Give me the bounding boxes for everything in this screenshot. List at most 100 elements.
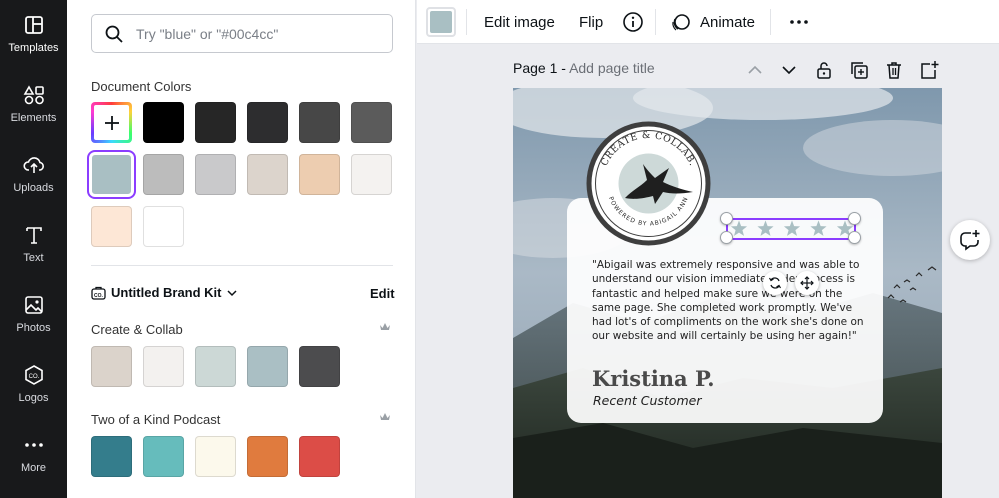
document-color-swatch[interactable] [247,154,288,195]
trash-icon[interactable] [884,60,904,80]
brand-color-swatch[interactable] [143,346,184,387]
animate-button[interactable]: Animate [670,0,755,44]
color-panel: Document Colors CO. Untitled Brand Kit E… [67,0,416,498]
document-color-swatch[interactable] [351,154,392,195]
rotate-icon [768,277,782,289]
rail-item-more[interactable]: More [0,434,67,494]
star-rating-selected[interactable] [726,218,856,240]
more-icon [24,443,43,447]
info-button[interactable] [622,0,644,44]
birds-graphic [887,266,937,303]
document-color-swatch[interactable] [299,154,340,195]
brand-color-swatch[interactable] [247,346,288,387]
more-options-button[interactable] [789,0,809,44]
rail-label: Text [23,252,44,264]
toolbar-divider [770,9,771,35]
document-color-swatch[interactable] [143,102,184,143]
chevron-down-icon[interactable] [779,60,799,80]
svg-text:CO.: CO. [28,374,39,380]
chevron-down-icon [226,289,237,296]
palette-title: Create & Collab [91,322,183,337]
rail-item-templates[interactable]: Templates [0,14,67,74]
page-title-input[interactable]: Add page title [569,60,655,76]
document-color-swatch[interactable] [91,154,132,195]
document-color-swatch[interactable] [195,102,236,143]
brand-color-swatch[interactable] [143,436,184,477]
move-button[interactable] [795,271,819,295]
page-number: Page 1 - [513,60,566,76]
brand-color-swatch[interactable] [247,436,288,477]
rail-item-logos[interactable]: CO. Logos [0,364,67,424]
brand-color-swatch[interactable] [299,346,340,387]
photos-icon [24,296,43,314]
crown-icon [380,413,390,420]
toolbar-divider [655,9,656,35]
star-icon [757,220,774,236]
rail-label: Elements [10,112,57,124]
svg-text:CO.: CO. [94,293,104,299]
plus-icon [94,105,129,140]
uploads-icon [22,157,44,173]
lock-icon[interactable] [814,60,834,80]
rail-item-uploads[interactable]: Uploads [0,154,67,214]
customer-role[interactable]: Recent Customer [593,393,701,408]
logos-icon: CO. [24,365,43,385]
toolbar-divider [466,9,467,35]
top-toolbar: Edit image Flip Animate [417,0,999,44]
rail-item-text[interactable]: Text [0,224,67,284]
flip-button[interactable]: Flip [579,0,603,44]
customer-name[interactable]: Kristina P. [592,366,715,391]
brand-color-swatch[interactable] [91,436,132,477]
rail-item-elements[interactable]: Elements [0,84,67,144]
logo-badge[interactable]: CREATE & COLLAB. POWERED BY ABIGAIL ANN [585,120,712,247]
document-color-swatch[interactable] [247,102,288,143]
add-color-button[interactable] [91,102,132,143]
rotate-button[interactable] [763,271,787,295]
document-color-swatch[interactable] [143,206,184,247]
brand-kit-edit-link[interactable]: Edit [370,286,395,301]
color-search[interactable] [91,14,393,53]
resize-handle[interactable] [848,231,861,244]
animate-icon [672,14,690,31]
left-rail: Templates Elements Uploads Text Photos C… [0,0,67,498]
testimonial-quote[interactable]: "Abigail was extremely responsive and wa… [592,258,867,344]
current-color-swatch [430,11,452,33]
resize-handle[interactable] [720,231,733,244]
document-colors-title: Document Colors [91,79,192,94]
search-icon [105,25,123,43]
text-icon [25,227,42,244]
resize-handle[interactable] [720,212,733,225]
star-icon [810,220,827,236]
rail-label: Templates [8,42,59,54]
document-color-swatch[interactable] [91,206,132,247]
edit-image-button[interactable]: Edit image [484,0,555,44]
brand-color-swatch[interactable] [91,346,132,387]
rail-item-photos[interactable]: Photos [0,294,67,354]
rail-label: Photos [16,322,51,334]
search-input[interactable] [136,25,366,42]
rail-label: Logos [18,392,49,404]
rail-label: More [20,462,47,474]
add-comment-button[interactable] [950,220,990,260]
duplicate-page-icon[interactable] [849,60,869,80]
chevron-up-icon[interactable] [745,60,765,80]
document-color-swatch[interactable] [351,102,392,143]
document-color-swatch[interactable] [195,154,236,195]
elements-icon [23,85,44,105]
brand-kit-selector[interactable]: CO. Untitled Brand Kit [91,285,238,300]
add-page-icon[interactable] [919,60,939,80]
animate-label: Animate [700,13,756,31]
templates-icon [24,16,43,34]
document-color-swatch[interactable] [299,102,340,143]
document-color-swatch[interactable] [143,154,184,195]
resize-handle[interactable] [848,212,861,225]
info-icon [623,12,643,32]
brand-color-swatch[interactable] [195,436,236,477]
crown-icon [380,323,390,330]
brand-kit-label: Untitled Brand Kit [111,285,222,300]
color-picker-button[interactable] [426,7,456,37]
brand-color-swatch[interactable] [195,346,236,387]
move-icon [800,276,814,290]
brand-kit-icon: CO. [91,286,106,300]
brand-color-swatch[interactable] [299,436,340,477]
